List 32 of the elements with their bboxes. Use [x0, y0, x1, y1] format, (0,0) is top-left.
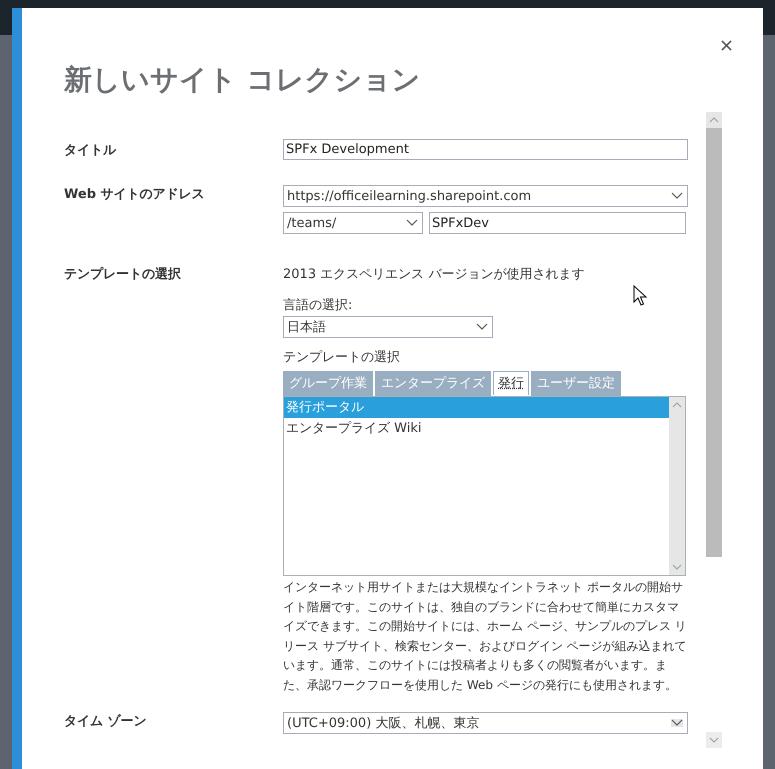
scroll-up-icon[interactable]: [706, 112, 722, 128]
template-item[interactable]: エンタープライズ Wiki: [284, 418, 669, 439]
select-value: 日本語: [287, 319, 326, 336]
field-label: テンプレートの選択: [63, 266, 182, 284]
title-field[interactable]: SPFx Development: [283, 139, 688, 160]
field-label: タイム ゾーン: [63, 713, 148, 731]
timezone-dropdown[interactable]: (UTC+09:00) 大阪、札幌、東京: [283, 712, 688, 734]
path-dropdown[interactable]: /teams/: [283, 212, 423, 234]
chevron-down-icon: [476, 323, 488, 331]
version-note: 2013 エクスペリエンス バージョンが使用されます: [283, 266, 586, 283]
select-value: (UTC+09:00) 大阪、札幌、東京: [287, 715, 480, 732]
language-label: 言語の選択:: [283, 297, 354, 314]
url-name-field[interactable]: SPFxDev: [429, 212, 686, 234]
chevron-down-icon: [671, 719, 683, 727]
template-list[interactable]: 発行ポータル エンタープライズ Wiki: [283, 396, 686, 576]
dialog-title: 新しいサイト コレクション: [64, 62, 421, 98]
language-dropdown[interactable]: 日本語: [283, 316, 493, 338]
mouse-pointer-icon: [633, 285, 647, 307]
domain-dropdown[interactable]: https://officeilearning.sharepoint.com: [283, 185, 688, 207]
scroll-down-icon[interactable]: [706, 732, 722, 748]
field-label: Web サイトのアドレス: [63, 186, 206, 204]
field-label: タイトル: [63, 142, 118, 160]
template-tab[interactable]: 発行: [493, 371, 529, 395]
select-value: /teams/: [287, 216, 336, 230]
close-icon[interactable]: [721, 40, 732, 51]
chevron-down-icon: [671, 192, 683, 200]
select-value: https://officeilearning.sharepoint.com: [287, 188, 532, 204]
scrollbar[interactable]: [706, 112, 722, 748]
chevron-down-icon: [406, 219, 418, 227]
list-scrollbar[interactable]: [669, 397, 685, 575]
template-picker-label: テンプレートの選択: [283, 349, 401, 366]
template-description: インターネット用サイトまたは大規模なイントラネット ポータルの開始サイト階層です。このサイトは、独自のブランドに合わせて簡単にカスタマイズできます。この開始サイトには、ホーム ページ、サンプルのプレス リリース サブサイト、検索センター、およびログイン ページが組み込まれています。通常、このサイトには投稿者よりも多くの閲覧者がいます。また、承認ワークフローを使用した Web ページの発行にも使用されます。: [283, 579, 688, 694]
